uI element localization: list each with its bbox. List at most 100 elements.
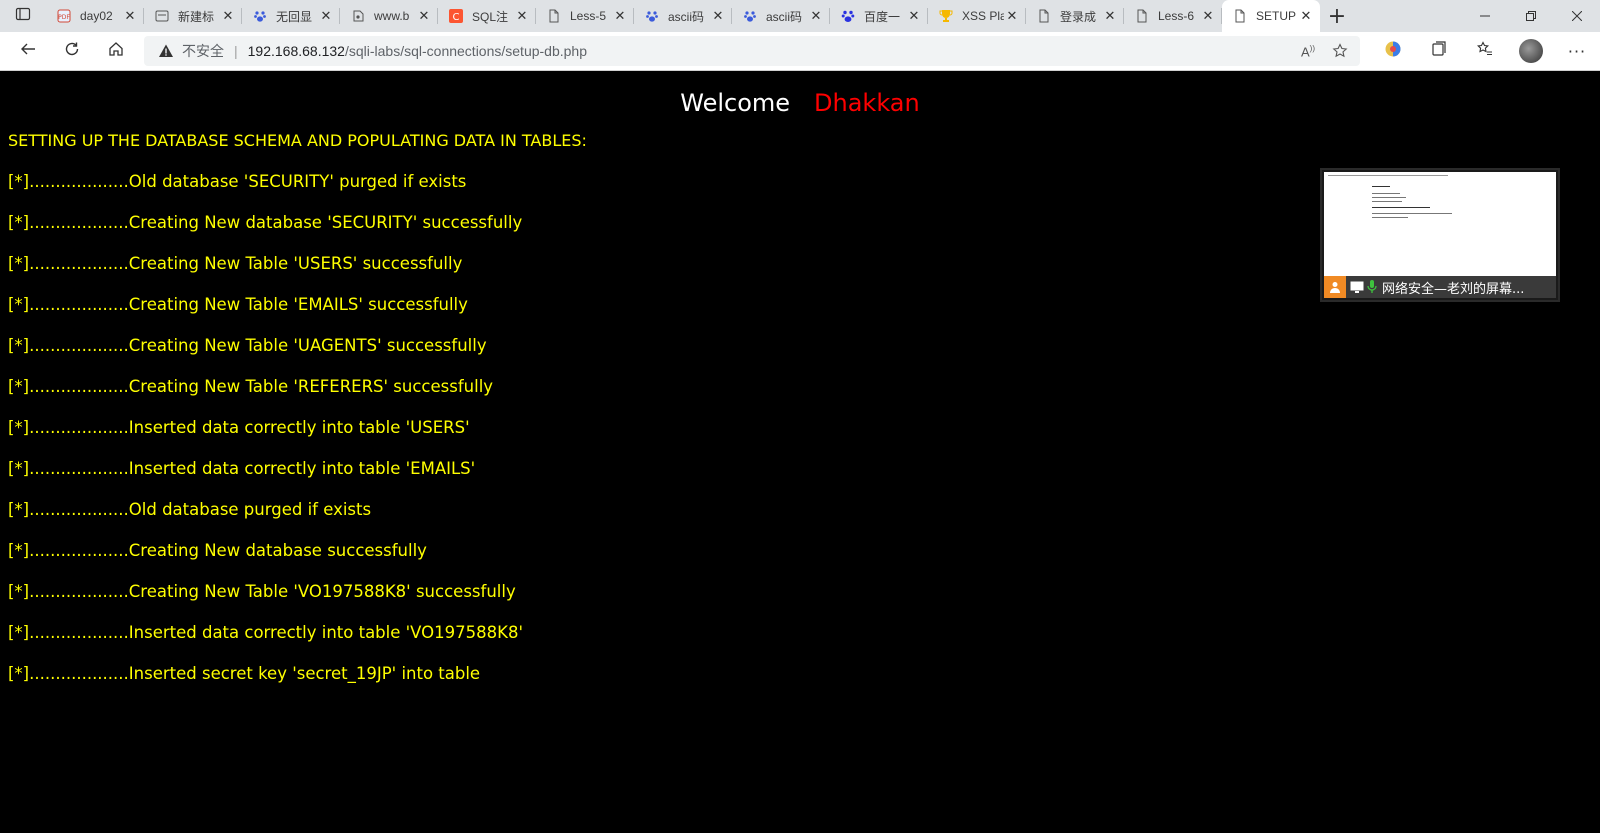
tab-title: ascii码 (668, 9, 705, 24)
settings-menu-button[interactable]: ··· (1554, 32, 1600, 70)
close-tab-icon[interactable]: ✕ (318, 8, 334, 24)
favorites-button[interactable] (1462, 32, 1508, 70)
more-dots-icon: ··· (1567, 41, 1587, 61)
log-line: [*]...................Old database purge… (8, 500, 372, 519)
close-window-button[interactable] (1554, 0, 1600, 32)
trophy-icon (938, 8, 954, 24)
add-favorite-button[interactable] (1328, 40, 1352, 64)
tab-title: Less-6 (1158, 9, 1195, 23)
close-tab-icon[interactable]: ✕ (1298, 8, 1314, 24)
browser-tab[interactable]: Less-5 ✕ (536, 0, 634, 32)
person-icon (1324, 276, 1346, 298)
setup-log: [*]...................Old database 'SECU… (8, 172, 523, 705)
share-icon (350, 8, 366, 24)
log-line: [*]...................Old database 'SECU… (8, 172, 467, 191)
tab-actions-button[interactable] (0, 0, 46, 32)
close-tab-icon[interactable]: ✕ (808, 8, 824, 24)
browser-tab[interactable]: www.b ✕ (340, 0, 438, 32)
tab-title: day02 (80, 9, 113, 23)
close-tab-icon[interactable]: ✕ (1200, 8, 1216, 24)
star-plus-icon (1332, 42, 1348, 62)
close-tab-icon[interactable]: ✕ (514, 8, 530, 24)
plus-icon: + (1327, 3, 1347, 29)
browser-tab[interactable]: 无回显 ✕ (242, 0, 340, 32)
tab-list: PDF day02 ✕ 新建标 ✕ 无回显 ✕ www.b ✕ C SQL注 ✕ Less-5 ✕ asci… (46, 0, 1320, 32)
page-icon (154, 8, 170, 24)
tab-title: XSS Pla (962, 9, 1004, 23)
home-button[interactable] (94, 32, 138, 70)
read-aloud-icon: A)) (1301, 44, 1315, 60)
extension-button[interactable] (1370, 32, 1416, 70)
tab-title: ascii码 (766, 9, 803, 24)
page-subtitle: SETTING UP THE DATABASE SCHEMA AND POPUL… (8, 131, 587, 150)
document-icon (1134, 8, 1150, 24)
paw-icon (742, 8, 758, 24)
browser-tab[interactable]: 登录成 ✕ (1026, 0, 1124, 32)
log-line: [*]...................Creating New Table… (8, 336, 487, 355)
tab-title: SQL注 (472, 9, 509, 24)
close-tab-icon[interactable]: ✕ (416, 8, 432, 24)
close-tab-icon[interactable]: ✕ (220, 8, 236, 24)
url-host: 192.168.68.132 (247, 43, 345, 59)
new-tab-button[interactable]: + (1320, 0, 1354, 32)
minimize-button[interactable] (1462, 0, 1508, 32)
pdf-icon: PDF (56, 8, 72, 24)
csdn-icon: C (448, 8, 464, 24)
navigation-bar: 不安全 | 192.168.68.132/sqli-labs/sql-conne… (0, 32, 1600, 71)
browser-tab[interactable]: 新建标 ✕ (144, 0, 242, 32)
tab-title: Less-5 (570, 9, 607, 23)
tab-title: 新建标 (178, 9, 215, 24)
address-bar[interactable]: 不安全 | 192.168.68.132/sqli-labs/sql-conne… (144, 36, 1360, 66)
welcome-text: Welcome (680, 89, 791, 117)
browser-tab[interactable]: ascii码 ✕ (732, 0, 830, 32)
reload-icon (64, 41, 80, 61)
log-line: [*]...................Inserted data corr… (8, 418, 470, 437)
close-tab-icon[interactable]: ✕ (612, 8, 628, 24)
log-line: [*]...................Creating New datab… (8, 213, 523, 232)
screen-share-overlay[interactable]: 网络安全—老刘的屏幕... (1320, 168, 1560, 302)
url-path: /sqli-labs/sql-connections/setup-db.php (344, 43, 587, 59)
profile-button[interactable] (1508, 32, 1554, 70)
tab-active[interactable]: SETUP ✕ (1222, 0, 1320, 32)
page-heading: Welcome Dhakkan (0, 89, 1600, 117)
back-arrow-icon (20, 41, 36, 61)
screen-share-label: 网络安全—老刘的屏幕... (1382, 281, 1525, 297)
document-icon (1036, 8, 1052, 24)
screen-icon (1350, 280, 1364, 294)
log-line: [*]...................Creating New Table… (8, 377, 494, 396)
close-tab-icon[interactable]: ✕ (906, 8, 922, 24)
microphone-icon (1366, 280, 1378, 294)
favorites-list-icon (1476, 41, 1493, 61)
insecure-label[interactable]: 不安全 (182, 41, 224, 61)
browser-tab[interactable]: XSS Pla ✕ (928, 0, 1026, 32)
reload-button[interactable] (50, 32, 94, 70)
extension-shield-icon (1384, 40, 1402, 62)
tab-title: 无回显 (276, 9, 313, 24)
browser-tab[interactable]: Less-6 ✕ (1124, 0, 1222, 32)
browser-tab[interactable]: 百度一 ✕ (830, 0, 928, 32)
avatar (1519, 39, 1543, 63)
address-bar-actions: A)) (1296, 40, 1352, 64)
restore-button[interactable] (1508, 0, 1554, 32)
read-aloud-button[interactable]: A)) (1296, 40, 1320, 64)
browser-tab[interactable]: ascii码 ✕ (634, 0, 732, 32)
paw-icon (644, 8, 660, 24)
close-tab-icon[interactable]: ✕ (710, 8, 726, 24)
browser-tab[interactable]: C SQL注 ✕ (438, 0, 536, 32)
paw-icon (252, 8, 268, 24)
close-tab-icon[interactable]: ✕ (1004, 8, 1020, 24)
window-controls (1462, 0, 1600, 32)
tab-title: SETUP (1256, 9, 1297, 23)
close-tab-icon[interactable]: ✕ (1102, 8, 1118, 24)
svg-text:PDF: PDF (58, 14, 70, 21)
warning-triangle-icon[interactable] (158, 43, 174, 59)
close-tab-icon[interactable]: ✕ (122, 8, 138, 24)
collections-button[interactable] (1416, 32, 1462, 70)
document-icon (546, 8, 562, 24)
browser-tab[interactable]: PDF day02 ✕ (46, 0, 144, 32)
collections-icon (1431, 41, 1447, 61)
screen-share-bar: 网络安全—老刘的屏幕... (1324, 276, 1556, 298)
dhakkan-text: Dhakkan (814, 89, 920, 117)
tab-strip: PDF day02 ✕ 新建标 ✕ 无回显 ✕ www.b ✕ C SQL注 ✕ Less-5 ✕ asci… (0, 0, 1600, 32)
back-button[interactable] (6, 32, 50, 70)
